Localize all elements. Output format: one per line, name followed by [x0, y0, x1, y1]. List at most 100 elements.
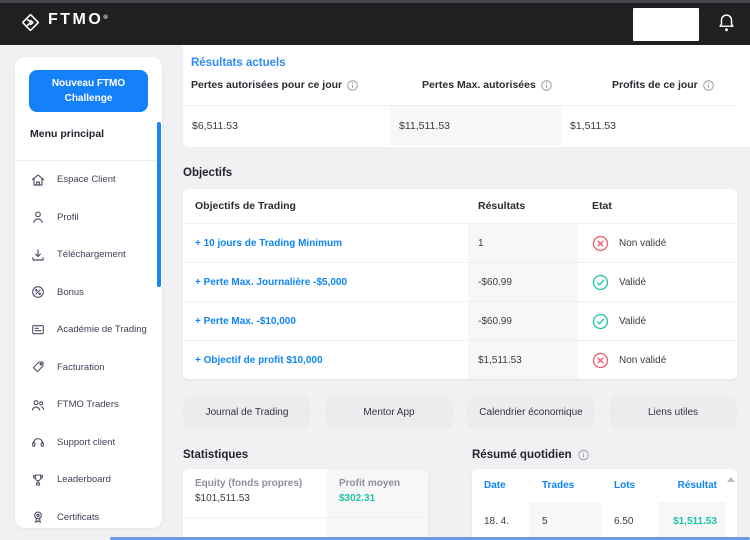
- ftmo-logo-icon: [20, 10, 41, 38]
- objectives-col-trading: Objectifs de Trading: [183, 200, 468, 212]
- daily-col-date: Date: [472, 480, 530, 491]
- status-fail-icon: [592, 235, 609, 252]
- notification-bell-icon[interactable]: [717, 12, 736, 38]
- stat-value-profits-jour: $1,511.53: [561, 106, 737, 145]
- top-header: FTMO®: [0, 0, 750, 45]
- stat-label-pertes-jour: Pertes autorisées pour ce jour: [191, 79, 422, 91]
- objective-row: + Objectif de profit $10,000 $1,511.53 N…: [183, 340, 737, 379]
- stat-label-profits-jour: Profits de ce jour: [612, 79, 737, 91]
- sidebar-item-label: Leaderboard: [57, 474, 111, 485]
- sidebar-item-leaderboard[interactable]: Leaderboard: [15, 461, 162, 499]
- daily-summary-title: Résumé quotidien: [472, 449, 572, 461]
- objective-result: $1,511.53: [478, 355, 522, 366]
- objective-result: -$60.99: [478, 316, 512, 327]
- sidebar-item-support[interactable]: Support client: [15, 424, 162, 462]
- sidebar-item-academie[interactable]: Académie de Trading: [15, 311, 162, 349]
- status-label: Non validé: [619, 355, 666, 366]
- registered-mark: ®: [103, 15, 110, 21]
- sidebar-item-bonus[interactable]: Bonus: [15, 274, 162, 312]
- account-box-redacted[interactable]: [633, 8, 699, 41]
- daily-col-resultat: Résultat: [659, 480, 725, 491]
- daily-result: $1,511.53: [659, 502, 725, 540]
- objective-row: + Perte Max. -$10,000 -$60.99 Validé: [183, 301, 737, 340]
- objective-row: + 10 jours de Trading Minimum 1 Non vali…: [183, 223, 737, 262]
- statistics-title: Statistiques: [183, 449, 428, 461]
- sidebar-item-label: FTMO Traders: [57, 399, 119, 410]
- status-label: Non validé: [619, 238, 666, 249]
- status-pass-icon: [592, 274, 609, 291]
- sidebar-menu: Espace Client Profil Téléchargement Bonu…: [15, 161, 162, 536]
- objectives-col-resultats: Résultats: [468, 200, 578, 212]
- results-title: Résultats actuels: [191, 57, 737, 69]
- people-icon: [30, 397, 46, 413]
- stat-value-pertes-jour: $6,511.53: [183, 106, 390, 145]
- info-icon[interactable]: [347, 80, 358, 91]
- calendrier-economique-button[interactable]: Calendrier économique: [467, 396, 595, 429]
- liens-utiles-button[interactable]: Liens utiles: [609, 396, 737, 429]
- status-label: Validé: [619, 277, 646, 288]
- sidebar: Nouveau FTMO Challenge Menu principal Es…: [15, 57, 162, 528]
- objective-link[interactable]: + Objectif de profit $10,000: [195, 355, 323, 366]
- statistics-card: Equity (fonds propres) $101,511.53 Profi…: [183, 469, 428, 540]
- info-icon[interactable]: [541, 80, 552, 91]
- avg-profit-cell: Profit moyen $302.31: [327, 469, 428, 517]
- objective-link[interactable]: + Perte Max. -$10,000: [195, 316, 296, 327]
- avg-profit-value: $302.31: [339, 493, 428, 504]
- sidebar-item-certificats[interactable]: Certificats: [15, 499, 162, 537]
- download-icon: [30, 247, 46, 263]
- objective-link[interactable]: + Perte Max. Journalière -$5,000: [195, 277, 347, 288]
- headset-icon: [30, 434, 46, 450]
- sidebar-scrollbar-thumb[interactable]: [157, 122, 161, 287]
- sidebar-item-facturation[interactable]: Facturation: [15, 349, 162, 387]
- ftmo-logo[interactable]: FTMO®: [20, 10, 110, 38]
- objectives-col-etat: Etat: [578, 200, 737, 212]
- main-content: Résultats actuels Pertes autorisées pour…: [183, 45, 750, 540]
- objectives-table: Objectifs de Trading Résultats Etat + 10…: [183, 189, 737, 379]
- stat-value-pertes-max: $11,511.53: [390, 106, 561, 145]
- status-pass-icon: [592, 313, 609, 330]
- scroll-up-arrow-icon[interactable]: [727, 477, 735, 482]
- academy-icon: [30, 322, 46, 338]
- brand-text: FTMO®: [48, 10, 110, 30]
- sidebar-item-label: Support client: [57, 437, 115, 448]
- sidebar-item-label: Académie de Trading: [57, 324, 147, 335]
- daily-col-trades: Trades: [530, 480, 602, 491]
- medal-icon: [30, 509, 46, 525]
- daily-lots: 6.50: [602, 502, 659, 540]
- new-challenge-button[interactable]: Nouveau FTMO Challenge: [29, 70, 148, 112]
- daily-trades: 5: [530, 502, 602, 540]
- equity-cell: Equity (fonds propres) $101,511.53: [183, 469, 327, 517]
- stat-label-pertes-max: Pertes Max. autorisées: [422, 79, 612, 91]
- table-scrollbar[interactable]: [726, 473, 735, 536]
- daily-summary-table: Date Trades Lots Résultat 18. 4. 5 6.50 …: [472, 469, 737, 540]
- sidebar-item-telechargement[interactable]: Téléchargement: [15, 236, 162, 274]
- sidebar-item-label: Certificats: [57, 512, 99, 523]
- home-icon: [30, 172, 46, 188]
- avg-profit-label: Profit moyen: [339, 478, 428, 489]
- daily-date: 18. 4.: [472, 502, 530, 540]
- daily-summary-row: 18. 4. 5 6.50 $1,511.53: [472, 502, 725, 540]
- objective-row: + Perte Max. Journalière -$5,000 -$60.99…: [183, 262, 737, 301]
- info-icon[interactable]: [578, 449, 589, 461]
- sidebar-item-label: Profil: [57, 212, 79, 223]
- sidebar-item-profil[interactable]: Profil: [15, 199, 162, 237]
- info-icon[interactable]: [703, 80, 714, 91]
- menu-title: Menu principal: [30, 128, 162, 140]
- current-results-panel: Résultats actuels Pertes autorisées pour…: [183, 45, 750, 147]
- objective-link[interactable]: + 10 jours de Trading Minimum: [195, 238, 342, 249]
- objective-result: 1: [478, 238, 484, 249]
- equity-value: $101,511.53: [195, 493, 327, 504]
- mentor-app-button[interactable]: Mentor App: [325, 396, 453, 429]
- sidebar-item-ftmo-traders[interactable]: FTMO Traders: [15, 386, 162, 424]
- sidebar-item-espace-client[interactable]: Espace Client: [15, 161, 162, 199]
- status-fail-icon: [592, 352, 609, 369]
- quick-links-row: Journal de Trading Mentor App Calendrier…: [183, 396, 737, 429]
- journal-de-trading-button[interactable]: Journal de Trading: [183, 396, 311, 429]
- user-icon: [30, 209, 46, 225]
- tag-icon: [30, 359, 46, 375]
- trophy-icon: [30, 472, 46, 488]
- sidebar-item-label: Facturation: [57, 362, 105, 373]
- sidebar-item-label: Bonus: [57, 287, 84, 298]
- status-label: Validé: [619, 316, 646, 327]
- sidebar-item-label: Téléchargement: [57, 249, 126, 260]
